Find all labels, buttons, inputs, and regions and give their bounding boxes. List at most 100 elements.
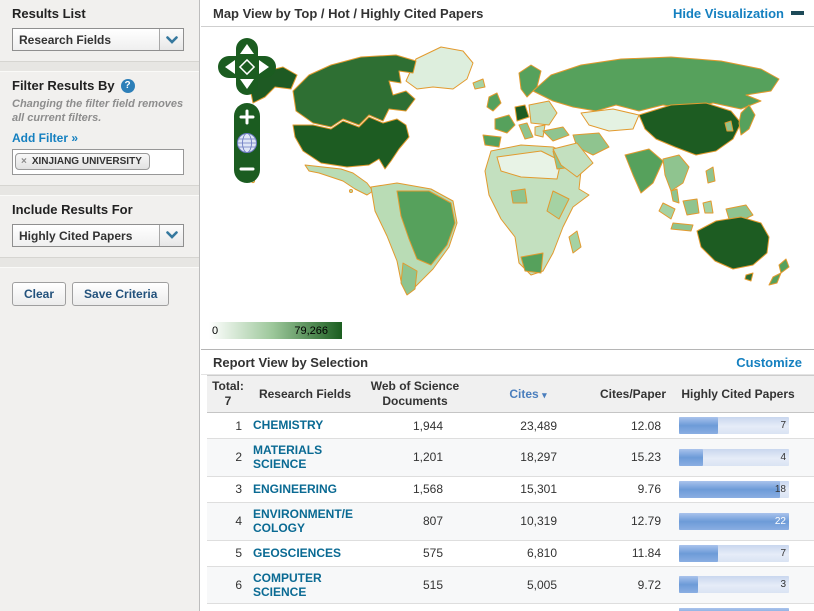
wos-documents-value: 575 xyxy=(361,546,469,560)
research-field-link[interactable]: MATERIALS SCIENCE xyxy=(249,443,361,472)
map-view-title: Map View by Top / Hot / Highly Cited Pap… xyxy=(213,6,483,21)
filter-results-heading: Filter Results By xyxy=(12,78,115,93)
region-south-america[interactable] xyxy=(371,183,457,295)
globe-icon[interactable] xyxy=(238,134,257,153)
save-criteria-button[interactable]: Save Criteria xyxy=(72,282,169,306)
country-eastern-europe[interactable] xyxy=(529,101,557,125)
region-north-america[interactable] xyxy=(251,47,485,195)
wos-documents-value: 807 xyxy=(361,514,469,528)
report-view-header: Report View by Selection Customize xyxy=(201,349,814,375)
remove-filter-icon[interactable]: × xyxy=(21,156,27,167)
island-borneo[interactable] xyxy=(683,199,699,215)
highly-cited-count: 4 xyxy=(780,449,786,466)
filter-tag[interactable]: × XINJIANG UNIVERSITY xyxy=(15,153,150,170)
hide-visualization-label: Hide Visualization xyxy=(673,6,784,21)
island-sulawesi[interactable] xyxy=(703,201,713,213)
country-nigeria[interactable] xyxy=(511,189,527,203)
cites-sort-label: Cites xyxy=(509,387,538,401)
country-germany[interactable] xyxy=(515,105,529,121)
research-field-link[interactable]: ENGINEERING xyxy=(249,482,361,496)
country-spain[interactable] xyxy=(483,135,501,147)
country-malay-peninsula[interactable] xyxy=(671,189,679,203)
country-australia[interactable] xyxy=(697,217,769,269)
country-italy[interactable] xyxy=(519,123,533,139)
row-rank: 2 xyxy=(207,450,249,464)
map-navigation-controls[interactable] xyxy=(217,37,279,187)
cites-value: 23,489 xyxy=(469,419,587,433)
highly-cited-count: 7 xyxy=(780,545,786,562)
region-europe[interactable] xyxy=(483,65,557,147)
map-pan-control[interactable] xyxy=(218,38,276,95)
island-sumatra[interactable] xyxy=(659,203,675,219)
country-france[interactable] xyxy=(495,115,515,133)
country-new-zealand-south[interactable] xyxy=(769,273,781,285)
country-iceland[interactable] xyxy=(473,79,485,89)
column-header-total: Total: 7 xyxy=(207,379,249,409)
wos-documents-value: 1,944 xyxy=(361,419,469,433)
country-philippines[interactable] xyxy=(706,167,715,183)
highly-cited-count: 7 xyxy=(780,417,786,434)
cites-per-paper-value: 12.79 xyxy=(587,514,679,528)
hide-visualization-link[interactable]: Hide Visualization xyxy=(673,6,804,21)
country-canada[interactable] xyxy=(293,55,416,127)
country-korea[interactable] xyxy=(725,121,733,131)
country-japan[interactable] xyxy=(739,105,755,135)
table-row: 6COMPUTER SCIENCE5155,0059.723 xyxy=(207,566,814,604)
table-row: 5GEOSCIENCES5756,81011.847 xyxy=(207,540,814,566)
map-zoom-control[interactable] xyxy=(234,103,260,183)
cites-value: 6,810 xyxy=(469,546,587,560)
column-header-highly-cited: Highly Cited Papers xyxy=(679,387,797,402)
research-field-link[interactable]: COMPUTER SCIENCE xyxy=(249,571,361,600)
research-field-link[interactable]: GEOSCIENCES xyxy=(249,546,361,560)
filter-input[interactable]: × XINJIANG UNIVERSITY xyxy=(12,149,184,175)
results-list-heading: Results List xyxy=(12,6,187,21)
map-panel-header: Map View by Top / Hot / Highly Cited Pap… xyxy=(201,0,814,27)
help-icon[interactable]: ? xyxy=(121,79,135,93)
clear-button[interactable]: Clear xyxy=(12,282,66,306)
map-legend: 0 79,266 xyxy=(209,322,342,339)
cites-per-paper-value: 11.84 xyxy=(587,546,679,560)
country-kazakhstan[interactable] xyxy=(581,109,639,131)
country-new-zealand-north[interactable] xyxy=(779,259,789,273)
country-south-africa[interactable] xyxy=(521,253,543,273)
highly-cited-bar: 22 xyxy=(679,513,789,530)
highly-cited-count: 3 xyxy=(780,576,786,593)
research-field-link[interactable]: ENVIRONMENT/ECOLOGY xyxy=(249,507,361,536)
column-header-cites[interactable]: Cites ▾ xyxy=(469,387,587,402)
choropleth-map[interactable] xyxy=(201,31,810,303)
world-map[interactable]: 0 79,266 xyxy=(201,27,814,349)
table-row: 0ALL FIELDS9,559104,94210.98107 xyxy=(207,603,814,611)
filter-tag-label: XINJIANG UNIVERSITY xyxy=(32,156,142,167)
filter-sidebar: Results List Research Fields Filter Resu… xyxy=(0,0,200,611)
country-madagascar[interactable] xyxy=(569,231,581,253)
research-field-link[interactable]: CHEMISTRY xyxy=(249,418,361,432)
highly-cited-count: 22 xyxy=(775,513,786,530)
customize-link[interactable]: Customize xyxy=(736,355,802,370)
region-oceania[interactable] xyxy=(697,205,789,285)
highly-cited-bar: 18 xyxy=(679,481,789,498)
include-results-dropdown[interactable]: Highly Cited Papers xyxy=(12,224,184,247)
country-china[interactable] xyxy=(639,103,741,155)
filter-note: Changing the filter field removes all cu… xyxy=(12,97,187,126)
country-turkey[interactable] xyxy=(543,127,569,141)
table-header-row: Total: 7 Research Fields Web of Science … xyxy=(207,375,814,413)
results-list-dropdown[interactable]: Research Fields xyxy=(12,28,184,51)
highly-cited-bar: 7 xyxy=(679,545,789,562)
country-greenland[interactable] xyxy=(406,47,473,89)
results-list-dropdown-value: Research Fields xyxy=(13,29,159,50)
island-java[interactable] xyxy=(671,223,693,231)
country-usa[interactable] xyxy=(293,117,409,169)
country-india[interactable] xyxy=(625,149,663,193)
country-mexico[interactable] xyxy=(305,165,373,195)
row-rank: 6 xyxy=(207,578,249,592)
wos-documents-value: 515 xyxy=(361,578,469,592)
highly-cited-bar: 3 xyxy=(679,576,789,593)
country-uk[interactable] xyxy=(487,93,501,111)
country-russia[interactable] xyxy=(533,57,779,111)
row-rank: 3 xyxy=(207,482,249,496)
highly-cited-bar: 7 xyxy=(679,417,789,434)
country-southeast-asia[interactable] xyxy=(663,155,689,191)
island-tasmania[interactable] xyxy=(745,273,753,281)
minimize-icon xyxy=(791,11,804,15)
add-filter-link[interactable]: Add Filter » xyxy=(12,131,78,145)
